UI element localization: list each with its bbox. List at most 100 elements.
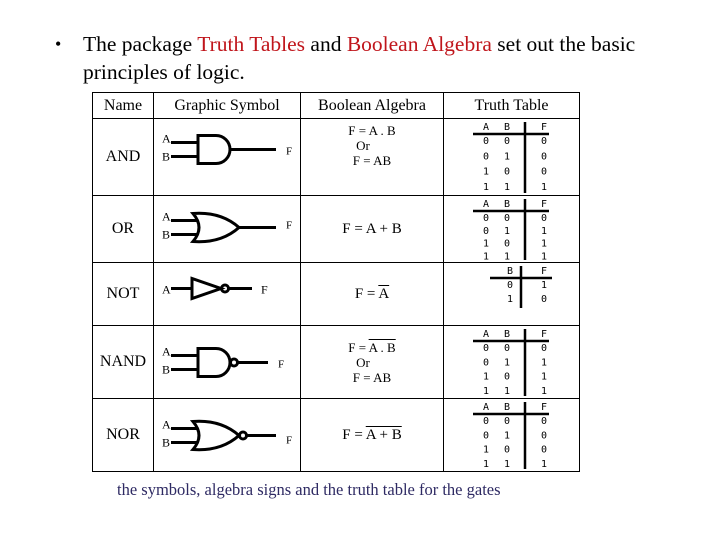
input-label-a: A [162, 131, 171, 145]
input-label-a: A [162, 282, 171, 296]
truth-value: 1 [504, 181, 510, 192]
truth-value: 1 [483, 444, 489, 455]
bullet-text: The package Truth Tables and Boolean Alg… [83, 30, 703, 86]
boolean-algebra-cell: F = A [300, 262, 444, 326]
not-gate-icon: AF [162, 275, 268, 301]
table-row-nand: NAND A B F F = A . B Or F = AB A B F 0 0 0 0 1 1 1 0 1 1 1 1 [92, 325, 580, 399]
truth-value: 1 [504, 458, 510, 469]
truth-value: 0 [504, 166, 510, 177]
gate-name: NAND [92, 325, 154, 399]
truth-value: 1 [504, 251, 510, 262]
truth-value: 0 [541, 151, 547, 162]
truth-value: 1 [541, 371, 547, 382]
truth-value: 0 [541, 213, 547, 224]
truth-header-a: A [483, 122, 489, 133]
buffer-triangle [190, 275, 226, 301]
table-row-not: NOT A F F = ABF0110 [92, 262, 580, 326]
truth-value: 1 [483, 251, 489, 262]
truth-value: 0 [483, 213, 489, 224]
truth-value: 0 [504, 444, 510, 455]
truth-value: 0 [483, 151, 489, 162]
output-label-f: F [278, 358, 284, 370]
algebra-text: F = [342, 426, 366, 443]
inversion-bubble [238, 430, 248, 440]
truth-value: 0 [541, 136, 547, 147]
truth-value: 0 [483, 357, 489, 368]
gate-name: OR [92, 195, 154, 263]
boolean-algebra-cell: F = A + B [300, 195, 444, 263]
truth-value: 1 [504, 385, 510, 396]
truth-value: 1 [541, 225, 547, 236]
graphic-symbol-cell: AB F [153, 118, 301, 196]
truth-table: A B F0 0 00 1 11 0 11 1 1 [473, 328, 549, 396]
truth-header-a: A [483, 199, 489, 210]
truth-value: 1 [483, 166, 489, 177]
boolean-algebra-cell: F = A . B Or F = AB [300, 118, 444, 196]
caption: the symbols, algebra signs and the truth… [117, 480, 501, 499]
truth-value: 1 [504, 430, 510, 441]
truth-value: 0 [541, 430, 547, 441]
truth-header-b: B [504, 329, 510, 340]
truth-value: 1 [504, 151, 510, 162]
table-row-nor: NOR A B F F = A + BABF000010100111 [92, 398, 580, 472]
truth-value: 0 [483, 136, 489, 147]
truth-value: 0 [541, 444, 547, 455]
overlined-term: A + B [365, 426, 402, 443]
or-gate-icon: AB F [162, 209, 292, 243]
truth-table: A B F 0 0 0 0 1 0 1 0 0 1 1 1 [473, 121, 549, 193]
truth-header-f: F [541, 329, 547, 340]
truth-value: 1 [541, 458, 547, 469]
truth-value: 0 [541, 416, 547, 427]
graphic-symbol-cell: AB F [153, 325, 301, 399]
truth-value: 0 [507, 280, 513, 291]
header-boolean-algebra: Boolean Algebra [300, 92, 444, 119]
and-body [196, 346, 232, 378]
header-name: Name [92, 92, 154, 119]
graphic-symbol-cell: AB F [153, 195, 301, 263]
truth-table-cell: A B F 0 0 0 0 1 1 1 0 1 1 1 1 [443, 325, 580, 399]
header-graphic-symbol: Graphic Symbol [153, 92, 301, 119]
truth-value: 1 [541, 385, 547, 396]
highlight-boolean-algebra: Boolean Algebra [346, 32, 492, 56]
bullet-text-part: The package [83, 32, 198, 56]
truth-value: 1 [541, 238, 547, 249]
truth-value: 1 [483, 458, 489, 469]
header-truth-table: Truth Table [443, 92, 580, 119]
truth-table-cell: B F 0 1 1 0 [443, 262, 580, 326]
algebra-line: F = A . B [301, 340, 443, 355]
truth-header-f: F [541, 266, 547, 277]
and-gate-icon: AB F [162, 131, 292, 165]
algebra-line: F = A [301, 286, 443, 302]
truth-table: B F 0 1 1 0 [490, 265, 552, 308]
truth-table: A B F0 0 00 1 11 0 11 1 1 [473, 198, 549, 262]
gate-name: NOR [92, 398, 154, 472]
gate-name: NOT [92, 262, 154, 326]
truth-value: 1 [483, 371, 489, 382]
truth-value: 1 [541, 251, 547, 262]
nor-gate-icon: AB F [162, 417, 292, 451]
truth-value: 1 [541, 181, 547, 192]
overlined-term: A . B [368, 339, 396, 355]
output-label-f: F [261, 282, 268, 296]
graphic-symbol-cell: AF [153, 262, 301, 326]
truth-value: 1 [483, 181, 489, 192]
nand-gate-icon: AB F [162, 344, 284, 378]
truth-value: 1 [504, 225, 510, 236]
truth-value: 1 [483, 238, 489, 249]
algebra-text: F = [348, 339, 369, 355]
truth-value: 1 [504, 357, 510, 368]
truth-header-b: B [504, 122, 510, 133]
input-label-a: A [162, 344, 171, 358]
algebra-line: Or [356, 138, 370, 153]
truth-table: A B F 0 0 0 0 1 0 1 0 0 1 1 1 [473, 401, 549, 469]
truth-value: 1 [541, 280, 547, 291]
truth-table-cell: A B F 0 0 0 0 1 0 1 0 0 1 1 1 [443, 118, 580, 196]
table-row-or: OR A B F F = A + BABF000011101111 [92, 195, 580, 263]
input-label-a: A [162, 417, 171, 431]
input-label-a: A [162, 209, 171, 223]
truth-value: 0 [483, 343, 489, 354]
bullet-icon: • [55, 34, 62, 54]
output-label-f: F [286, 434, 292, 446]
table-row-and: AND A B F F = A . B Or F = AB A B F 0 0 0 0 1 0 1 0 0 1 1 1 [92, 118, 580, 196]
truth-header-f: F [541, 402, 547, 413]
